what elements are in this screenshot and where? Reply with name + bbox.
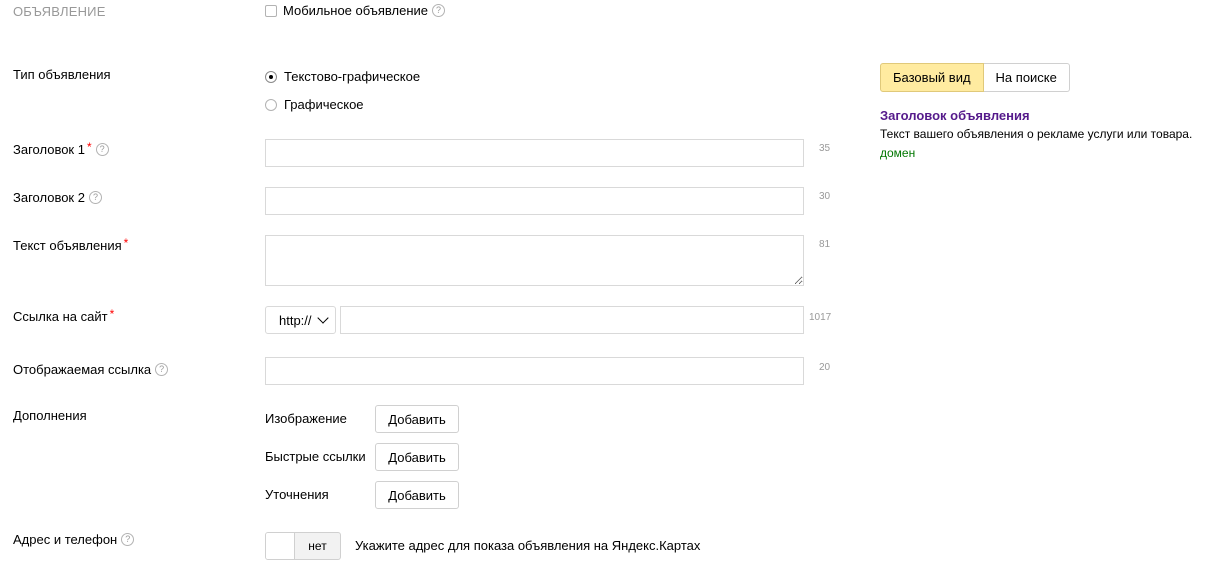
ad-type-label: Тип объявления bbox=[13, 67, 111, 82]
extra-callouts-label: Уточнения bbox=[265, 487, 329, 502]
protocol-value: http:// bbox=[279, 312, 312, 328]
address-label: Адрес и телефон bbox=[13, 532, 118, 547]
title1-input[interactable] bbox=[265, 139, 804, 167]
mobile-ad-option[interactable]: Мобильное объявление ? bbox=[265, 3, 446, 18]
add-quicklinks-button[interactable]: Добавить bbox=[375, 443, 459, 471]
title2-input[interactable] bbox=[265, 187, 804, 215]
address-label-row: Адрес и телефон ? bbox=[13, 532, 135, 547]
help-icon[interactable]: ? bbox=[88, 191, 102, 204]
add-callouts-button[interactable]: Добавить bbox=[375, 481, 459, 509]
preview-tabs: Базовый вид На поиске bbox=[880, 63, 1070, 92]
address-toggle[interactable]: нет bbox=[265, 532, 341, 560]
required-mark: * bbox=[109, 306, 115, 321]
title2-counter: 30 bbox=[819, 191, 831, 202]
radio-button[interactable] bbox=[265, 98, 277, 111]
chevron-down-icon bbox=[316, 312, 329, 324]
ad-text-textarea[interactable] bbox=[265, 235, 804, 286]
radio-text-graphic[interactable]: Текстово-графическое bbox=[265, 69, 420, 84]
display-url-label-row: Отображаемая ссылка ? bbox=[13, 362, 169, 377]
help-icon[interactable]: ? bbox=[155, 363, 169, 376]
radio-label: Графическое bbox=[284, 97, 364, 112]
ad-text-label-row: Текст объявления * bbox=[13, 235, 129, 254]
display-url-input[interactable] bbox=[265, 357, 804, 385]
title1-label-row: Заголовок 1 * ? bbox=[13, 139, 109, 157]
preview-title: Заголовок объявления bbox=[880, 108, 1030, 123]
help-icon[interactable]: ? bbox=[95, 143, 109, 156]
protocol-select[interactable]: http:// bbox=[265, 306, 336, 334]
tab-basic-view[interactable]: Базовый вид bbox=[880, 63, 984, 92]
mobile-ad-label: Мобильное объявление bbox=[283, 3, 429, 18]
title1-label: Заголовок 1 bbox=[13, 142, 85, 157]
radio-label: Текстово-графическое bbox=[284, 69, 421, 84]
radio-graphic[interactable]: Графическое bbox=[265, 97, 364, 112]
title2-label: Заголовок 2 bbox=[13, 190, 85, 205]
extra-quicklinks-label: Быстрые ссылки bbox=[265, 449, 366, 464]
display-url-label: Отображаемая ссылка bbox=[13, 362, 152, 377]
url-label: Ссылка на сайт bbox=[13, 309, 108, 324]
add-image-button[interactable]: Добавить bbox=[375, 405, 459, 433]
display-url-counter: 20 bbox=[819, 362, 831, 373]
toggle-knob bbox=[266, 533, 295, 559]
help-icon[interactable]: ? bbox=[432, 4, 446, 17]
mobile-ad-checkbox[interactable] bbox=[265, 4, 277, 17]
title1-counter: 35 bbox=[819, 143, 831, 154]
help-icon[interactable]: ? bbox=[121, 533, 135, 546]
extra-image-label: Изображение bbox=[265, 411, 347, 426]
radio-button-checked[interactable] bbox=[265, 70, 277, 83]
tab-on-search[interactable]: На поиске bbox=[983, 63, 1070, 92]
extras-label: Дополнения bbox=[13, 408, 87, 423]
preview-text: Текст вашего объявления о рекламе услуги… bbox=[880, 127, 1193, 141]
url-input[interactable] bbox=[340, 306, 804, 334]
preview-domain: домен bbox=[880, 146, 916, 160]
ad-text-counter: 81 bbox=[819, 239, 831, 250]
url-label-row: Ссылка на сайт * bbox=[13, 306, 115, 325]
required-mark: * bbox=[86, 139, 92, 154]
url-counter: 1017 bbox=[809, 312, 832, 323]
section-title: Объявление bbox=[13, 4, 106, 19]
title2-label-row: Заголовок 2 ? bbox=[13, 190, 102, 205]
address-hint: Укажите адрес для показа объявления на Я… bbox=[355, 538, 701, 553]
required-mark: * bbox=[123, 235, 129, 250]
toggle-state: нет bbox=[308, 539, 327, 553]
ad-text-label: Текст объявления bbox=[13, 238, 122, 253]
